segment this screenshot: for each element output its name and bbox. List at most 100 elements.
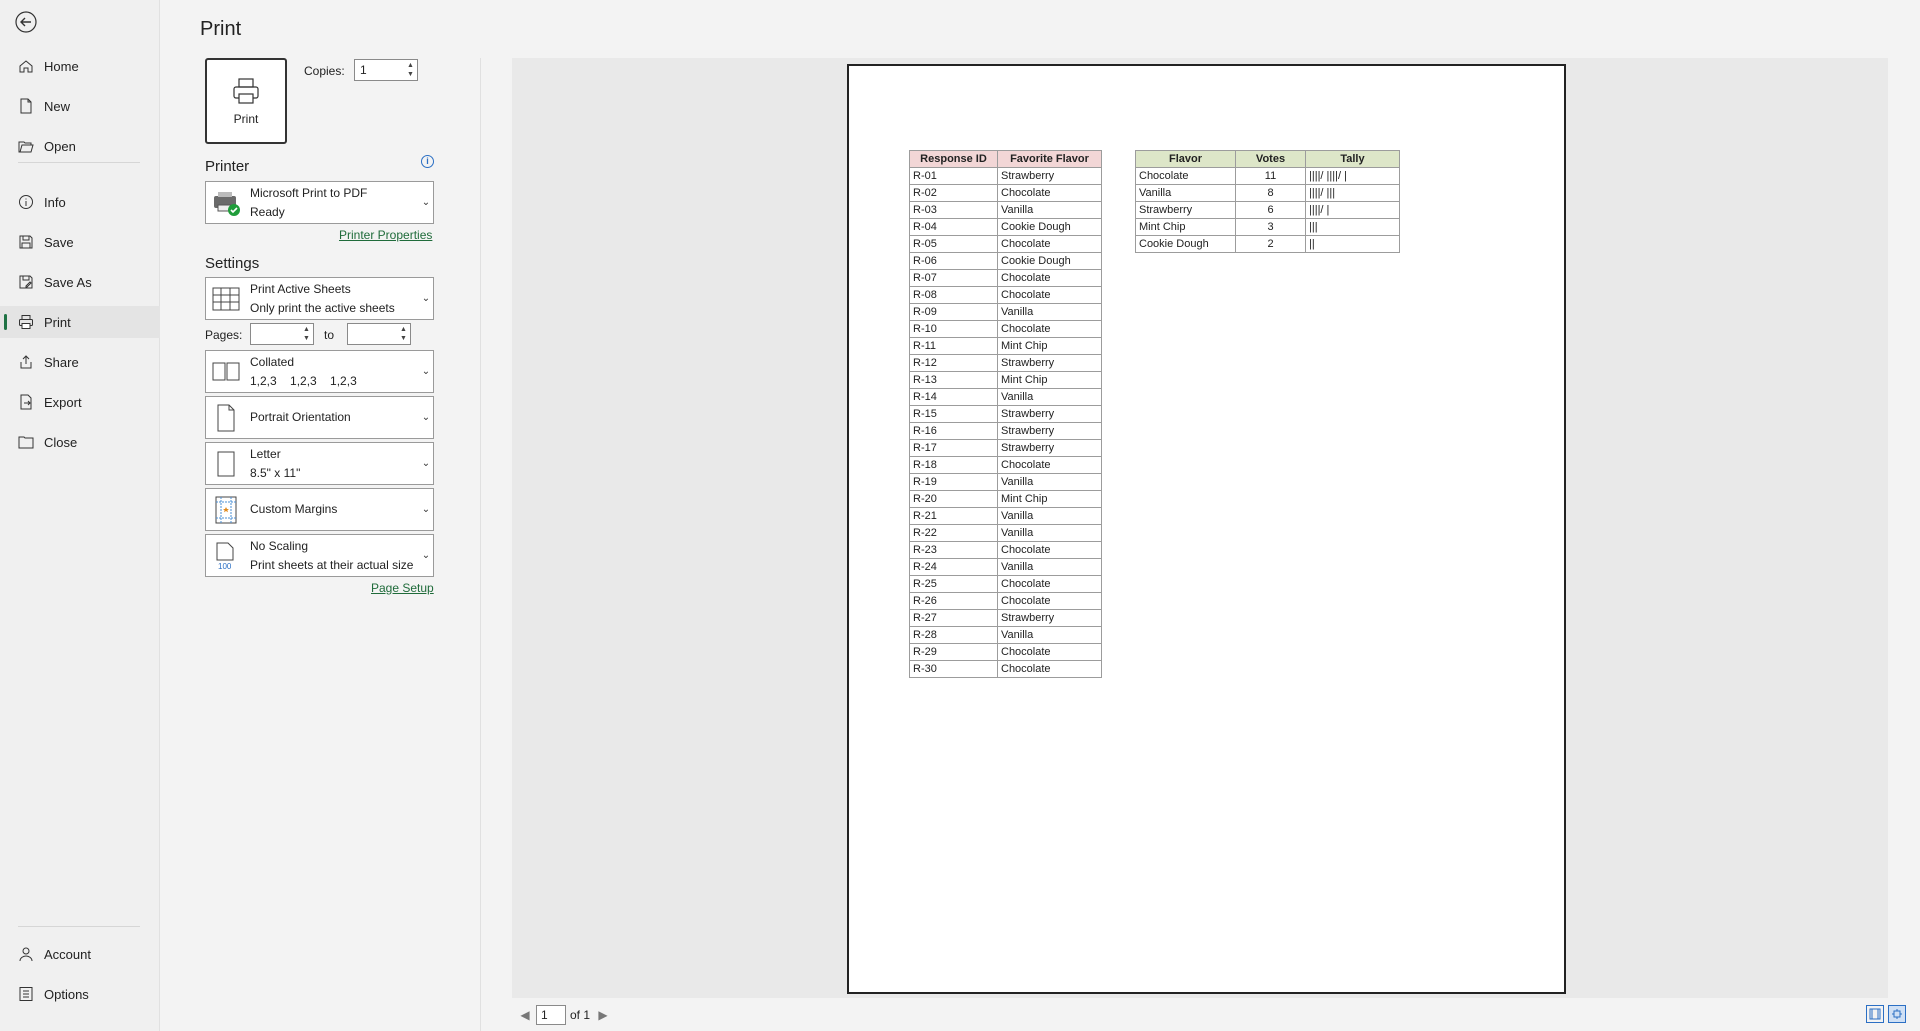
table-row: R-11 Mint Chip — [909, 337, 1102, 355]
scaling-dropdown[interactable]: 100 No Scaling Print sheets at their act… — [205, 534, 434, 577]
table-row: R-04 Cookie Dough — [909, 218, 1102, 236]
nav-item-print[interactable]: Print — [0, 306, 160, 338]
print-button[interactable]: Print — [205, 58, 287, 144]
pages-to-spinner[interactable]: ▲ ▼ — [399, 325, 408, 343]
table-cell: R-30 — [909, 660, 998, 678]
table-cell: 6 — [1235, 201, 1306, 219]
printer-heading: Printer — [205, 158, 250, 175]
table-cell: 2 — [1235, 235, 1306, 253]
table-cell: R-03 — [909, 201, 998, 219]
table-cell: Cookie Dough — [997, 252, 1102, 270]
table-cell: Chocolate — [997, 541, 1102, 559]
scaling-sub: Print sheets at their actual size — [250, 557, 414, 572]
collation-sub: 1,2,3 1,2,3 1,2,3 — [250, 373, 357, 388]
table-cell: Vanilla — [997, 507, 1102, 525]
page-setup-link[interactable]: Page Setup — [371, 581, 434, 595]
nav-item-open[interactable]: Open — [0, 130, 160, 162]
nav-item-share[interactable]: Share — [0, 346, 160, 378]
table-cell: R-07 — [909, 269, 998, 287]
collation-dropdown[interactable]: Collated 1,2,3 1,2,3 1,2,3 ⌄ — [205, 350, 434, 393]
page-count: of 1 — [570, 1008, 591, 1022]
nav-item-label: Home — [44, 58, 79, 74]
pages-to-label: to — [324, 328, 335, 342]
table-row: R-10 Chocolate — [909, 320, 1102, 338]
zoom-to-page-icon[interactable] — [1888, 1005, 1906, 1023]
next-page-icon[interactable]: ▶ — [596, 1008, 610, 1022]
table-cell: Vanilla — [997, 626, 1102, 644]
table-cell: Chocolate — [997, 575, 1102, 593]
printer-dropdown[interactable]: Microsoft Print to PDF Ready ⌄ — [205, 181, 434, 224]
back-arrow-icon[interactable] — [14, 10, 38, 34]
table-cell: Strawberry — [997, 405, 1102, 423]
nav-item-save[interactable]: Save — [0, 226, 160, 258]
responses-table: Response ID Favorite Flavor R-01 Strawberr… — [909, 150, 1102, 678]
orientation-dropdown[interactable]: Portrait Orientation ⌄ — [205, 396, 434, 439]
table-row: Mint Chip 3 ||| — [1135, 218, 1400, 236]
summary-table: Flavor Votes Tally Chocolate 11 ||||/ ||||/ … — [1135, 150, 1400, 253]
previous-page-icon[interactable]: ◀ — [518, 1008, 532, 1022]
table-cell: R-27 — [909, 609, 998, 627]
new-document-icon — [18, 98, 34, 114]
table-cell: R-16 — [909, 422, 998, 440]
print-what-dropdown[interactable]: Print Active Sheets Only print the activ… — [205, 277, 434, 320]
nav-item-home[interactable]: Home — [0, 50, 160, 82]
table-cell: R-23 — [909, 541, 998, 559]
nav-divider — [18, 162, 140, 163]
pages-from-input[interactable]: ▲ ▼ — [250, 323, 314, 345]
nav-item-new[interactable]: New — [0, 90, 160, 122]
nav-item-options[interactable]: Options — [0, 978, 160, 1010]
nav-item-account[interactable]: Account — [0, 938, 160, 970]
table-row: Strawberry 6 ||||/ | — [1135, 201, 1400, 219]
table-cell: Chocolate — [997, 184, 1102, 202]
nav-item-save-as[interactable]: Save As — [0, 266, 160, 298]
preview-page: Response ID Favorite Flavor R-01 Strawberr… — [847, 64, 1566, 994]
collation-title: Collated — [250, 354, 295, 369]
table-cell: R-04 — [909, 218, 998, 236]
current-page-input[interactable]: 1 — [536, 1005, 566, 1025]
copies-input[interactable]: 1 ▲ ▼ — [354, 59, 418, 81]
paper-size-dropdown[interactable]: Letter 8.5" x 11" ⌄ — [205, 442, 434, 485]
table-cell: Cookie Dough — [997, 218, 1102, 236]
table-row: R-25 Chocolate — [909, 575, 1102, 593]
print-what-title: Print Active Sheets — [250, 281, 351, 296]
paper-title: Letter — [250, 446, 281, 461]
nav-item-info[interactable]: Info — [0, 186, 160, 218]
options-icon — [18, 986, 34, 1002]
settings-heading: Settings — [205, 255, 260, 272]
table-cell: R-26 — [909, 592, 998, 610]
table-row: R-09 Vanilla — [909, 303, 1102, 321]
info-icon — [18, 194, 34, 210]
table-cell: R-21 — [909, 507, 998, 525]
table-cell: R-12 — [909, 354, 998, 372]
nav-item-label: Close — [44, 434, 78, 450]
table-cell: Strawberry — [997, 354, 1102, 372]
collated-icon — [206, 360, 246, 384]
nav-item-export[interactable]: Export — [0, 386, 160, 418]
printer-properties-link[interactable]: Printer Properties — [339, 228, 432, 242]
table-cell: R-18 — [909, 456, 998, 474]
table-cell: R-15 — [909, 405, 998, 423]
print-pane: Print Print Copies: 1 ▲ ▼ Printer i Micro… — [160, 0, 1920, 1031]
info-icon[interactable]: i — [421, 155, 434, 168]
table-cell: R-20 — [909, 490, 998, 508]
table-cell: Mint Chip — [997, 371, 1102, 389]
table-row: R-02 Chocolate — [909, 184, 1102, 202]
chevron-down-icon: ⌄ — [421, 412, 431, 423]
margins-dropdown[interactable]: Custom Margins ⌄ — [205, 488, 434, 531]
pages-to-input[interactable]: ▲ ▼ — [347, 323, 411, 345]
nav-item-label: Save As — [44, 274, 92, 290]
table-row: R-28 Vanilla — [909, 626, 1102, 644]
table-cell: Chocolate — [997, 286, 1102, 304]
table-cell: Cookie Dough — [1135, 235, 1236, 253]
column-header: Response ID — [909, 150, 998, 168]
table-row: Chocolate 11 ||||/ ||||/ | — [1135, 167, 1400, 185]
home-icon — [18, 58, 34, 74]
nav-item-close[interactable]: Close — [0, 426, 160, 458]
pages-from-spinner[interactable]: ▲ ▼ — [302, 325, 311, 343]
table-cell: Vanilla — [997, 473, 1102, 491]
table-row: R-05 Chocolate — [909, 235, 1102, 253]
table-cell: Strawberry — [1135, 201, 1236, 219]
show-margins-icon[interactable] — [1866, 1005, 1884, 1023]
scaling-title: No Scaling — [250, 538, 309, 553]
copies-spinner[interactable]: ▲ ▼ — [406, 61, 415, 79]
